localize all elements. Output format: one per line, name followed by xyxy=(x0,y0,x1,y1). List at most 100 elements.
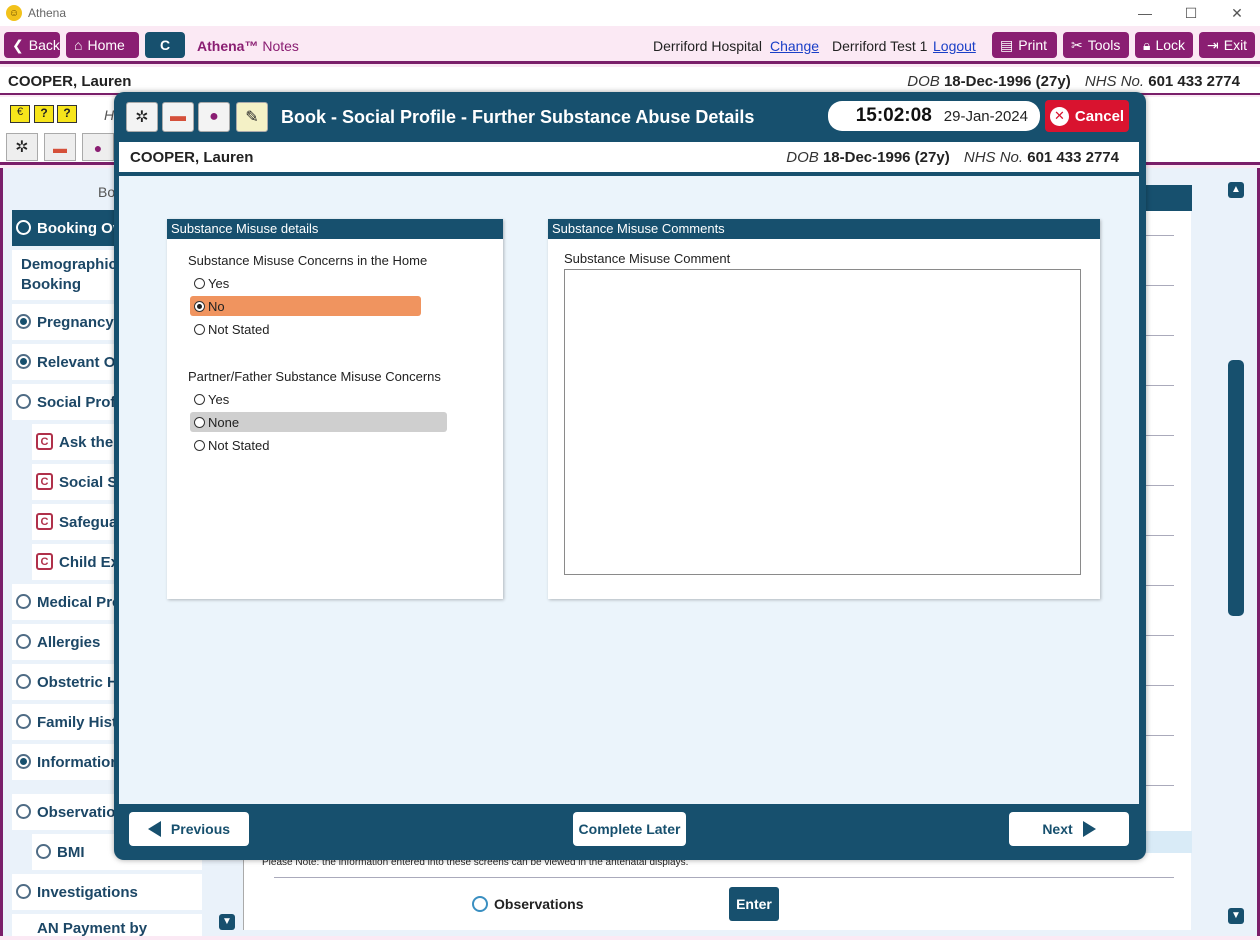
exit-icon: ⇥ xyxy=(1207,36,1219,53)
home-concerns-label: Substance Misuse Concerns in the Home xyxy=(188,253,428,268)
sidebar-title: Bo xyxy=(98,184,116,200)
c-badge-icon: C xyxy=(36,513,53,530)
radio-icon xyxy=(16,884,31,899)
cancel-button[interactable]: ✕ Cancel xyxy=(1045,100,1129,132)
pill-icon[interactable]: ▬ xyxy=(162,102,194,132)
window-titlebar: ☺ Athena — ☐ ✕ xyxy=(0,0,1260,26)
exit-button[interactable]: ⇥ Exit xyxy=(1199,32,1255,58)
alert-icon: € xyxy=(10,105,30,123)
enter-button[interactable]: Enter xyxy=(729,887,779,921)
main-toolbar: ❮ Back ⌂ Home C Athena™ Notes Derriford Ho… xyxy=(0,26,1260,64)
patient-banner: COOPER, Lauren DOB 18-Dec-1996 (27y) NHS… xyxy=(0,67,1260,95)
app-logo-icon: ☺ xyxy=(6,5,22,21)
arrow-left-icon xyxy=(147,821,161,837)
partner-concerns-label: Partner/Father Substance Misuse Concerns xyxy=(188,369,441,384)
dialog-title: Book - Social Profile - Further Substanc… xyxy=(281,107,755,127)
patient-name: COOPER, Lauren xyxy=(8,73,132,90)
home-concerns-yes[interactable]: Yes xyxy=(190,273,420,293)
radio-icon xyxy=(194,439,205,451)
help-icon: ? xyxy=(34,105,54,123)
patient-name: COOPER, Lauren xyxy=(130,149,254,166)
radio-icon xyxy=(472,896,488,912)
clock-display: 15:02:08 29-Jan-2024 xyxy=(828,101,1040,131)
chevron-left-icon: ❮ xyxy=(12,36,24,53)
radio-icon xyxy=(16,754,31,769)
radio-icon xyxy=(194,323,205,335)
substance-abuse-dialog: ✲ ▬ ● ✎ Book - Social Profile - Further … xyxy=(114,92,1146,860)
lock-icon: 🔒︎ xyxy=(1143,36,1151,53)
settings-icon[interactable]: ✲ xyxy=(6,133,38,161)
scrollbar-thumb[interactable] xyxy=(1228,360,1244,616)
change-hospital-link[interactable]: Change xyxy=(770,38,819,54)
radio-icon xyxy=(194,416,205,428)
person-arrow-icon[interactable]: ● xyxy=(198,102,230,132)
tools-icon: ✂ xyxy=(1071,36,1083,53)
current-date: 29-Jan-2024 xyxy=(943,107,1028,125)
scroll-down-icon[interactable]: ▼ xyxy=(1228,908,1244,924)
dialog-body: Substance Misuse details Substance Misus… xyxy=(119,176,1139,804)
patient-details: DOB 18-Dec-1996 (27y) NHS No. 601 433 27… xyxy=(786,149,1119,166)
radio-icon xyxy=(16,594,31,609)
pill-icon[interactable]: ▬ xyxy=(44,133,76,161)
complete-later-button[interactable]: Complete Later xyxy=(573,812,686,846)
back-button[interactable]: ❮ Back xyxy=(4,32,60,58)
sidebar-scroll-down-icon[interactable]: ▼ xyxy=(219,914,235,930)
home-button[interactable]: ⌂ Home xyxy=(66,32,139,58)
substance-misuse-comments-panel: Substance Misuse Comments Substance Misu… xyxy=(548,219,1100,599)
close-icon: ✕ xyxy=(1049,106,1069,126)
c-badge-icon: C xyxy=(36,553,53,570)
print-button[interactable]: ▤ Print xyxy=(992,32,1057,58)
home-concerns-not-stated[interactable]: Not Stated xyxy=(190,319,420,339)
radio-selected-icon xyxy=(194,300,205,312)
background-row-text: H xyxy=(104,107,115,123)
radio-icon xyxy=(16,714,31,729)
dialog-footer: Previous Complete Later Next xyxy=(119,804,1139,854)
comment-field-label: Substance Misuse Comment xyxy=(564,251,731,266)
hospital-name: Derriford Hospital xyxy=(653,38,762,54)
arrow-right-icon xyxy=(1082,821,1096,837)
substance-misuse-details-panel: Substance Misuse details Substance Misus… xyxy=(167,219,503,599)
c-badge-icon: C xyxy=(36,433,53,450)
radio-icon xyxy=(194,277,205,289)
c-badge-icon: C xyxy=(36,473,53,490)
current-time: 15:02:08 xyxy=(855,105,932,126)
person-arrow-icon[interactable]: ● xyxy=(82,133,114,161)
sidebar-item-an-payment[interactable]: AN Payment by xyxy=(12,914,202,937)
substance-misuse-comment-input[interactable] xyxy=(564,269,1081,575)
previous-button[interactable]: Previous xyxy=(129,812,249,846)
settings-icon[interactable]: ✲ xyxy=(126,102,158,132)
logout-link[interactable]: Logout xyxy=(933,38,976,54)
user-name: Derriford Test 1 xyxy=(832,38,928,54)
partner-concerns-yes[interactable]: Yes xyxy=(190,389,446,409)
radio-icon xyxy=(16,804,31,819)
panel-header: Substance Misuse details xyxy=(167,219,503,239)
help-icon-2: ? xyxy=(57,105,77,123)
tools-button[interactable]: ✂ Tools xyxy=(1063,32,1129,58)
printer-icon: ▤ xyxy=(1000,36,1014,53)
app-brand: Athena™ Notes xyxy=(197,38,299,54)
c-button[interactable]: C xyxy=(145,32,185,58)
observations-option[interactable]: Observations xyxy=(472,896,583,912)
panel-header: Substance Misuse Comments xyxy=(548,219,1100,239)
scroll-up-icon[interactable]: ▲ xyxy=(1228,182,1244,198)
radio-icon xyxy=(16,220,31,235)
divider xyxy=(274,877,1174,878)
notepad-icon[interactable]: ✎ xyxy=(236,102,268,132)
close-window-button[interactable]: ✕ xyxy=(1214,3,1260,23)
radio-icon xyxy=(194,393,205,405)
radio-icon xyxy=(16,314,31,329)
maximize-button[interactable]: ☐ xyxy=(1168,3,1214,23)
partner-concerns-not-stated[interactable]: Not Stated xyxy=(190,435,446,455)
radio-icon xyxy=(16,634,31,649)
minimize-button[interactable]: — xyxy=(1122,3,1168,23)
dialog-patient-banner: COOPER, Lauren DOB 18-Dec-1996 (27y) NHS… xyxy=(119,142,1139,174)
patient-details: DOB 18-Dec-1996 (27y) NHS No. 601 433 27… xyxy=(907,73,1240,90)
home-concerns-no[interactable]: No xyxy=(190,296,421,316)
lock-button[interactable]: 🔒︎ Lock xyxy=(1135,32,1193,58)
next-button[interactable]: Next xyxy=(1009,812,1129,846)
partner-concerns-none[interactable]: None xyxy=(190,412,447,432)
sidebar-item-investigations[interactable]: Investigations xyxy=(12,874,202,910)
window-title: Athena xyxy=(28,6,67,20)
radio-icon xyxy=(36,844,51,859)
radio-icon xyxy=(16,354,31,369)
